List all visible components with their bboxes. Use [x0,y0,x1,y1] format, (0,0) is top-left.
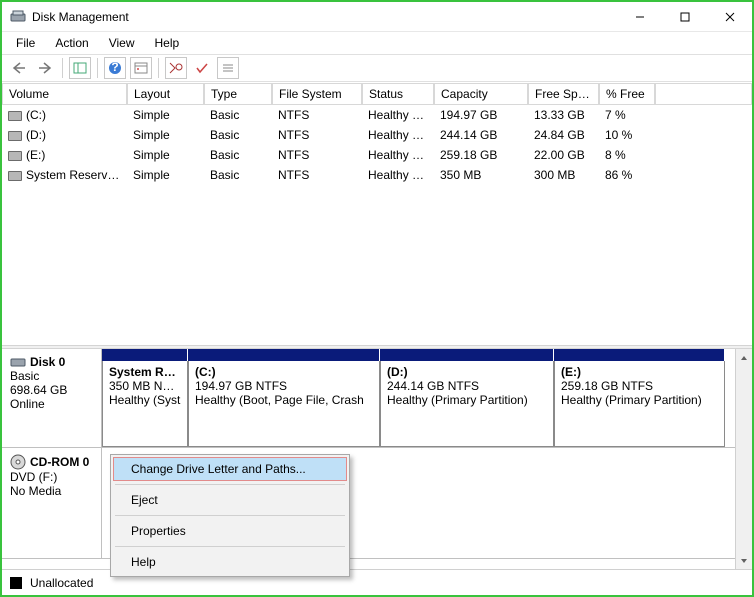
col-free[interactable]: Free Spa... [528,83,599,105]
volume-row[interactable]: (E:)SimpleBasicNTFSHealthy (P...259.18 G… [2,145,752,165]
settings-button[interactable] [130,57,152,79]
forward-button[interactable] [34,57,56,79]
col-type[interactable]: Type [204,83,272,105]
volume-icon [8,111,22,121]
help-button[interactable]: ? [104,57,126,79]
action-button[interactable] [165,57,187,79]
context-menu: Change Drive Letter and Paths... Eject P… [110,454,350,577]
titlebar[interactable]: Disk Management [2,2,752,32]
cdrom-0-label[interactable]: CD-ROM 0 DVD (F:) No Media [2,448,102,558]
close-button[interactable] [707,2,752,31]
menu-file[interactable]: File [8,34,43,52]
menu-view[interactable]: View [101,34,143,52]
volume-icon [8,171,22,181]
toolbar: ? [2,54,752,82]
menu-eject[interactable]: Eject [113,488,347,512]
cdrom-0-media: No Media [10,484,95,498]
legend-unallocated-swatch [10,577,22,589]
toolbar-divider [97,58,98,78]
back-button[interactable] [8,57,30,79]
partition[interactable]: System Rese350 MB NTFSHealthy (Syst [102,361,188,447]
disk-0-size: 698.64 GB [10,383,95,397]
maximize-button[interactable] [662,2,707,31]
menu-change-drive-letter[interactable]: Change Drive Letter and Paths... [113,457,347,481]
menu-separator [115,484,345,485]
disk-0-row[interactable]: Disk 0 Basic 698.64 GB Online System Res… [2,349,735,448]
cdrom-0-name: CD-ROM 0 [30,455,89,469]
menu-action[interactable]: Action [47,34,96,52]
partition[interactable]: (D:)244.14 GB NTFSHealthy (Primary Parti… [380,361,554,447]
disk-icon [10,356,26,368]
volume-row[interactable]: (D:)SimpleBasicNTFSHealthy (P...244.14 G… [2,125,752,145]
volume-row[interactable]: (C:)SimpleBasicNTFSHealthy (B...194.97 G… [2,105,752,125]
show-hide-tree-button[interactable] [69,57,91,79]
menubar: File Action View Help [2,32,752,54]
menu-properties[interactable]: Properties [113,519,347,543]
disk-0-label[interactable]: Disk 0 Basic 698.64 GB Online [2,349,102,447]
menu-separator [115,515,345,516]
volume-grid-header: Volume Layout Type File System Status Ca… [2,82,752,105]
toolbar-divider [158,58,159,78]
legend-unallocated-label: Unallocated [30,576,93,590]
window-title: Disk Management [32,10,617,24]
col-status[interactable]: Status [362,83,434,105]
volume-row[interactable]: System ReservedSimpleBasicNTFSHealthy (S… [2,165,752,185]
disk-0-state: Online [10,397,95,411]
menu-separator [115,546,345,547]
scroll-up-icon[interactable] [736,349,752,366]
col-pctfree[interactable]: % Free [599,83,655,105]
disk-0-name: Disk 0 [30,355,65,369]
svg-text:?: ? [111,61,118,74]
list-button[interactable] [217,57,239,79]
cd-icon [10,454,26,470]
volume-icon [8,131,22,141]
col-volume[interactable]: Volume [2,83,127,105]
checkmark-icon[interactable] [191,57,213,79]
disk-0-kind: Basic [10,369,95,383]
cdrom-0-type: DVD (F:) [10,470,95,484]
partition[interactable]: (C:)194.97 GB NTFSHealthy (Boot, Page Fi… [188,361,380,447]
disk-management-window: Disk Management File Action View Help ? … [0,0,754,597]
volume-grid: (C:)SimpleBasicNTFSHealthy (B...194.97 G… [2,105,752,345]
menu-help[interactable]: Help [147,34,188,52]
scroll-down-icon[interactable] [736,552,752,569]
volume-icon [8,151,22,161]
menu-help[interactable]: Help [113,550,347,574]
toolbar-divider [62,58,63,78]
col-capacity[interactable]: Capacity [434,83,528,105]
app-icon [10,9,26,25]
minimize-button[interactable] [617,2,662,31]
partition[interactable]: (E:)259.18 GB NTFSHealthy (Primary Parti… [554,361,725,447]
vertical-scrollbar[interactable] [735,349,752,569]
col-spacer [655,83,752,105]
col-filesystem[interactable]: File System [272,83,362,105]
col-layout[interactable]: Layout [127,83,204,105]
